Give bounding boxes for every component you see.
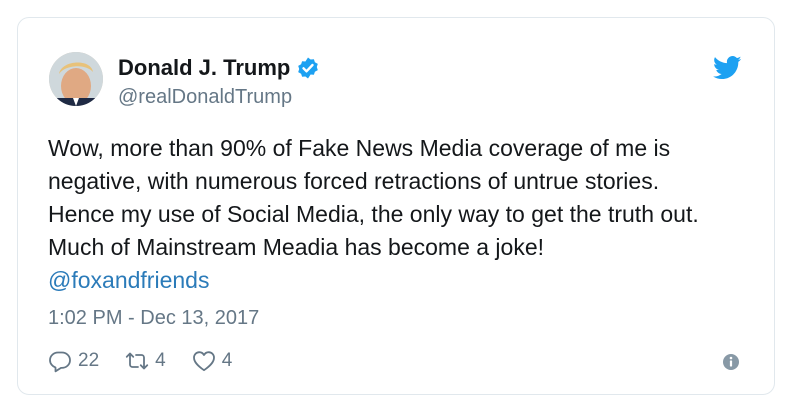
tweet-text: Wow, more than 90% of Fake News Media co…: [48, 132, 748, 297]
display-name[interactable]: Donald J. Trump: [118, 55, 320, 81]
tweet-text-line: Hence my use of Social Media, the only w…: [48, 201, 699, 227]
user-handle[interactable]: @realDonaldTrump: [118, 86, 292, 109]
retweet-count: 4: [155, 350, 166, 371]
tweet-text-line: negative, with numerous forced retractio…: [48, 168, 660, 194]
tweet-card: Donald J. Trump @realDonaldTrump Wow, mo…: [17, 17, 775, 395]
retweet-button[interactable]: 4: [125, 349, 166, 373]
avatar[interactable]: [49, 52, 103, 106]
heart-icon: [192, 351, 215, 372]
display-name-text: Donald J. Trump: [118, 55, 291, 80]
reply-icon: [49, 351, 71, 373]
mention-link[interactable]: @foxandfriends: [48, 264, 748, 297]
reply-button[interactable]: 22: [48, 349, 99, 373]
verified-badge-icon: [296, 56, 320, 80]
tweet-timestamp[interactable]: 1:02 PM - Dec 13, 2017: [48, 307, 259, 330]
tweet-text-line: Much of Mainstream Meadia has become a j…: [48, 234, 545, 260]
reply-count: 22: [78, 350, 100, 371]
like-button[interactable]: 4: [192, 349, 233, 373]
info-icon[interactable]: [722, 353, 740, 371]
twitter-bird-icon[interactable]: [713, 56, 742, 80]
tweet-text-line: Wow, more than 90% of Fake News Media co…: [48, 135, 671, 161]
avatar-image: [49, 52, 103, 106]
retweet-icon: [126, 352, 149, 370]
tweet-actions: 22 4 4: [48, 349, 258, 373]
like-count: 4: [221, 350, 233, 371]
